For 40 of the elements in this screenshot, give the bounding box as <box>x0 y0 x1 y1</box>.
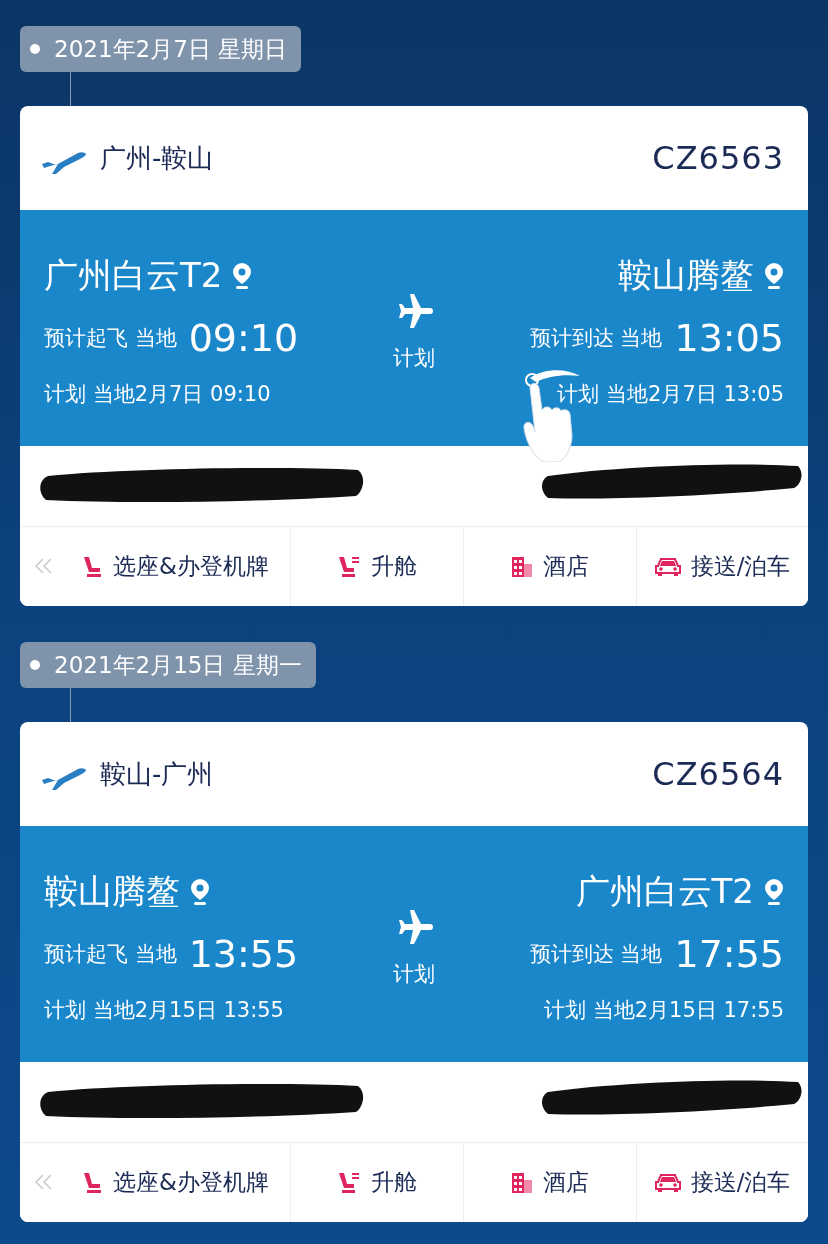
route-title: 鞍山-广州 <box>100 757 215 791</box>
flight-status: 计划 <box>393 345 435 372</box>
airport-name: 鞍山腾鳌 <box>618 254 754 297</box>
location-pin-icon <box>764 878 784 906</box>
building-icon <box>511 555 533 578</box>
airport-name: 广州白云T2 <box>575 870 754 913</box>
estimated-time: 13:55 <box>188 932 299 976</box>
location-pin-icon <box>190 878 210 906</box>
estimate-label: 预计起飞 当地 <box>44 941 177 968</box>
car-icon <box>654 556 681 577</box>
seat-upgrade-icon <box>337 1170 361 1195</box>
flight-number: CZ6563 <box>652 139 784 177</box>
airport-name: 鞍山腾鳌 <box>44 870 180 913</box>
car-icon <box>654 1172 681 1193</box>
location-pin-icon <box>764 262 784 290</box>
scroll-left-icon[interactable] <box>34 1173 54 1191</box>
flight-status: 计划 <box>393 961 435 988</box>
estimate-label: 预计起飞 当地 <box>44 325 177 352</box>
estimate-label: 预计到达 当地 <box>529 941 663 968</box>
seat-icon <box>81 1170 104 1195</box>
action-button[interactable]: 接送/泊车 <box>636 1143 808 1222</box>
scheduled-time: 计划 当地2月15日 17:55 <box>544 997 784 1024</box>
location-pin-icon <box>232 262 253 290</box>
airport-name: 广州白云T2 <box>44 254 223 297</box>
date-label: 2021年2月15日 星期一 <box>20 642 316 688</box>
route-title: 广州-鞍山 <box>100 141 215 175</box>
flight-number: CZ6564 <box>652 755 784 793</box>
scheduled-time: 计划 当地2月7日 09:10 <box>44 381 272 408</box>
estimated-time: 17:55 <box>674 932 784 976</box>
seat-icon <box>81 554 104 579</box>
date-label: 2021年2月7日 星期日 <box>20 26 302 72</box>
action-button[interactable]: 接送/泊车 <box>636 527 808 606</box>
building-icon <box>511 1171 533 1194</box>
estimate-label: 预计到达 当地 <box>529 325 663 352</box>
estimated-time: 13:05 <box>674 316 784 360</box>
scheduled-time: 计划 当地2月7日 13:05 <box>557 381 784 408</box>
estimated-time: 09:10 <box>188 316 299 360</box>
scheduled-time: 计划 当地2月15日 13:55 <box>44 997 285 1024</box>
seat-upgrade-icon <box>337 554 361 579</box>
scroll-left-icon[interactable] <box>34 557 54 575</box>
